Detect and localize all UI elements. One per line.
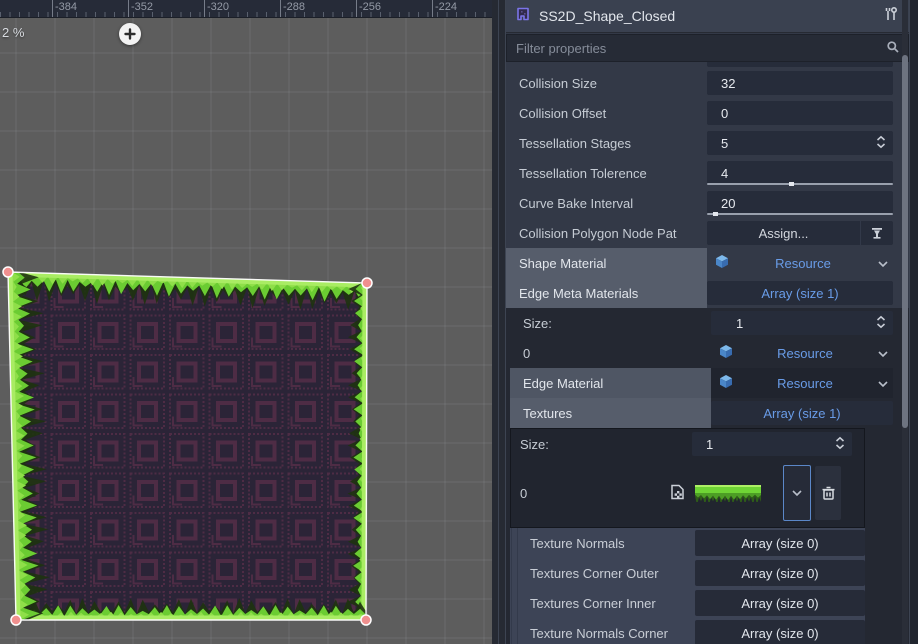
array-subpanel: Size: 1 0 <box>506 308 909 644</box>
panel-left-edge <box>499 0 506 644</box>
property-row: Textures Array (size 1) <box>510 398 909 428</box>
canvas-viewport[interactable]: -384 -352 -320 -288 -256 -224 2 % <box>0 0 492 644</box>
chevron-down-icon[interactable] <box>877 376 889 391</box>
ruler-label: -224 <box>435 1 457 13</box>
image-texture-icon <box>670 484 685 503</box>
ruler-label: -320 <box>207 1 229 13</box>
property-list: Collision Size 32 Collision Offset 0 Tes… <box>506 62 909 644</box>
collision-offset-field[interactable]: 0 <box>707 101 893 125</box>
property-row: Texture Normals Corner Array (size 0) <box>512 618 865 644</box>
add-point-cursor-icon[interactable] <box>119 23 141 45</box>
inspector-title: SS2D_Shape_Closed <box>539 8 875 24</box>
texture-item-row: 0 <box>511 459 864 527</box>
property-row: Edge Material Resource <box>510 368 909 398</box>
ss2d-shape-icon <box>515 6 531 27</box>
texture-options-dropdown[interactable] <box>783 465 811 521</box>
slider-grabber[interactable] <box>713 212 718 216</box>
zoom-level-label: 2 % <box>2 25 24 40</box>
tessellation-stages-spinbox[interactable]: 5 <box>707 131 893 155</box>
property-row: Collision Size 32 <box>506 68 909 98</box>
property-row: Edge Meta Materials Array (size 1) <box>506 278 909 308</box>
collision-size-field[interactable]: 32 <box>707 71 893 95</box>
property-row: Tessellation Stages 5 <box>506 128 909 158</box>
filter-properties-input[interactable]: Filter properties <box>506 34 909 62</box>
clipped-row-fragment <box>707 62 893 67</box>
ss2d-shape[interactable] <box>3 267 372 625</box>
shape-point-handle[interactable] <box>362 278 372 288</box>
delete-texture-button[interactable] <box>815 466 841 520</box>
spinner-updown-icon[interactable] <box>834 435 846 454</box>
shape-point-handle[interactable] <box>11 615 21 625</box>
search-icon <box>886 40 900 57</box>
ruler-label: -352 <box>131 1 153 13</box>
textures-array-button[interactable]: Array (size 1) <box>711 401 893 425</box>
chevron-down-icon[interactable] <box>877 256 889 271</box>
property-row: Texture Normals Array (size 0) <box>512 528 865 558</box>
object-tools-icon[interactable] <box>883 6 899 27</box>
shape-canvas[interactable] <box>0 0 492 644</box>
property-row: Shape Material Resource <box>506 248 909 278</box>
resource-cube-icon <box>715 254 729 272</box>
texture-preview[interactable] <box>695 482 761 505</box>
chevron-down-icon[interactable] <box>877 346 889 361</box>
texture-normals-corner-array-button[interactable]: Array (size 0) <box>695 620 865 644</box>
textures-size-spinbox[interactable]: 1 <box>692 432 852 456</box>
resource-cube-icon <box>719 374 733 392</box>
array-size-spinbox[interactable]: 1 <box>711 311 893 335</box>
property-row: Size: 1 <box>511 429 864 459</box>
panel-right-edge <box>909 0 918 644</box>
resource-cube-icon <box>719 344 733 362</box>
textures-subpanel: Size: 1 0 <box>510 428 865 528</box>
property-row: Collision Polygon Node Pat Assign... <box>506 218 909 248</box>
godot-editor: -384 -352 -320 -288 -256 -224 2 % SS2D_Shape_… <box>0 0 918 644</box>
property-row: Curve Bake Interval 20 <box>506 188 909 218</box>
texture-normals-array-button[interactable]: Array (size 0) <box>695 530 865 556</box>
property-row: Textures Corner Outer Array (size 0) <box>512 558 865 588</box>
tessellation-tolerence-slider[interactable]: 4 <box>707 161 893 185</box>
assign-nodepath-button[interactable]: Assign... <box>707 221 861 245</box>
edge-material-resource[interactable]: Resource <box>711 374 893 392</box>
property-row: 0 Resource <box>510 338 909 368</box>
textures-corner-inner-array-button[interactable]: Array (size 0) <box>695 590 865 616</box>
array-item-0-resource[interactable]: Resource <box>711 344 893 362</box>
shape-point-handle[interactable] <box>361 615 371 625</box>
shape-point-handle[interactable] <box>3 267 13 277</box>
shape-material-resource[interactable]: Resource <box>707 254 893 272</box>
edge-material-subrows: Texture Normals Array (size 0) Textures … <box>510 528 865 644</box>
spinner-updown-icon[interactable] <box>875 314 887 333</box>
curve-bake-interval-slider[interactable]: 20 <box>707 191 893 215</box>
horizontal-ruler: -384 -352 -320 -288 -256 -224 <box>0 0 492 18</box>
property-row: Tessellation Tolerence 4 <box>506 158 909 188</box>
slider-track[interactable] <box>707 183 893 185</box>
slider-track[interactable] <box>707 213 893 215</box>
textures-corner-outer-array-button[interactable]: Array (size 0) <box>695 560 865 586</box>
scrollbar-thumb[interactable] <box>902 55 908 428</box>
dock-divider[interactable] <box>492 0 499 644</box>
edge-meta-materials-array-button[interactable]: Array (size 1) <box>707 281 893 305</box>
pick-node-button[interactable] <box>861 221 893 245</box>
filter-placeholder: Filter properties <box>516 41 886 56</box>
inspector-header: SS2D_Shape_Closed <box>506 0 909 33</box>
ruler-label: -288 <box>283 1 305 13</box>
ruler-label: -384 <box>55 1 77 13</box>
ruler-label: -256 <box>359 1 381 13</box>
inspector-panel: SS2D_Shape_Closed Filter properties <box>499 0 918 644</box>
spinner-updown-icon[interactable] <box>875 134 887 153</box>
slider-grabber[interactable] <box>789 182 794 186</box>
property-row: Size: 1 <box>510 308 909 338</box>
property-row: Textures Corner Inner Array (size 0) <box>512 588 865 618</box>
property-row: Collision Offset 0 <box>506 98 909 128</box>
